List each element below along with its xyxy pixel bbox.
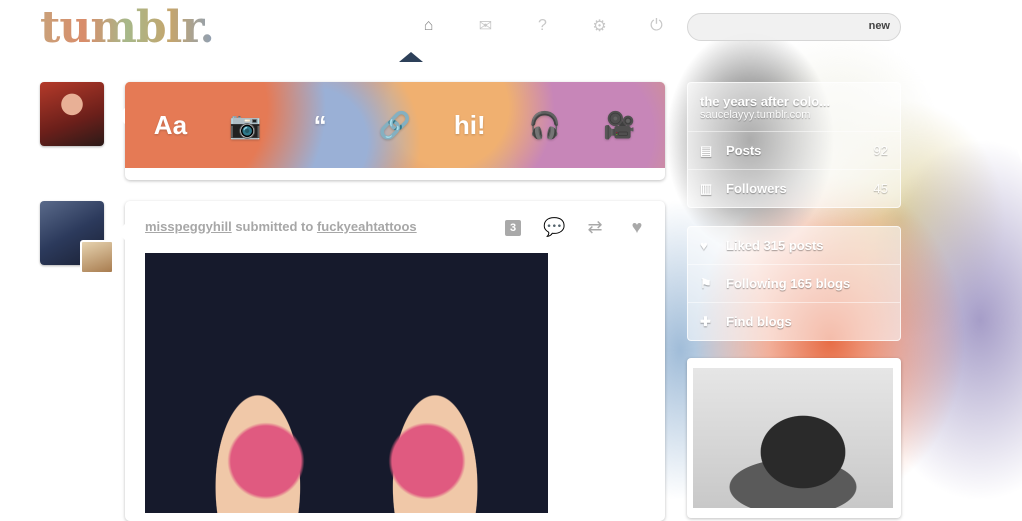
sidebar: the years after colo... saucelayyy.tumbl… [687,82,901,359]
submitter-avatar[interactable] [80,240,114,274]
sidebar-item-count: 45 [873,181,888,196]
post-type-bar: Aa 📷 “ 🔗 hi! 🎧 🎥 [125,82,665,180]
following-icon: ⚑ [700,275,712,291]
sidebar-item-find-blogs[interactable]: ✚ Find blogs [688,303,900,340]
sidebar-item-likes[interactable]: ♥ Liked 315 posts [688,227,900,265]
posts-icon: ▤ [700,142,713,158]
find-blogs-icon: ✚ [700,313,711,329]
post-target-link[interactable]: fuckyeahtattoos [317,219,417,234]
settings-icon[interactable]: ⚙ [571,14,628,38]
sidebar-item-label: Liked 315 posts [726,238,824,253]
audio-post-icon[interactable]: 🎧 [515,110,575,141]
photo-post-icon[interactable]: 📷 [215,110,275,141]
reblog-icon[interactable]: ⇄ [585,217,605,238]
link-post-icon[interactable]: 🔗 [365,110,425,141]
search-box[interactable]: new [687,13,901,41]
sidebar-item-label: Find blogs [726,314,792,329]
sidebar-item-label: Followers [726,181,787,196]
text-post-icon[interactable]: Aa [140,110,200,141]
blog-title-row[interactable]: the years after colo... saucelayyy.tumbl… [688,83,900,132]
account-block: ♥ Liked 315 posts ⚑ Following 165 blogs … [687,226,901,341]
like-icon[interactable]: ♥ [627,217,647,238]
sidebar-item-count: 92 [873,143,888,158]
sidebar-item-posts[interactable]: ▤ Posts 92 [688,132,900,170]
notes-count[interactable]: 3 [505,219,521,236]
sidebar-item-label: Posts [726,143,762,158]
post-controls: 3 💬 ⇄ ♥ [505,217,647,238]
sidebar-item-following[interactable]: ⚑ Following 165 blogs [688,265,900,303]
post-pointer [117,224,125,240]
blog-title: the years after colo... [700,93,831,109]
followers-icon: ▥ [700,180,713,196]
radar-photo[interactable] [693,368,893,508]
heart-icon: ♥ [700,238,708,253]
dashboard-post: misspeggyhill submitted to fuckyeahtatto… [125,201,665,521]
help-icon[interactable]: ? [514,14,571,38]
post-photo[interactable] [145,253,548,513]
top-nav: ⌂ ✉ ? ⚙ ⏻ [400,14,685,38]
dashboard-icon[interactable]: ⌂ [400,14,457,38]
post-action-text: submitted to [235,219,314,234]
sidebar-item-followers[interactable]: ▥ Followers 45 [688,170,900,207]
tumblr-logo[interactable]: tumblr. [40,2,215,53]
user-avatar[interactable] [40,82,104,146]
post-header: misspeggyhill submitted to fuckyeahtatto… [145,219,417,234]
inbox-icon[interactable]: ✉ [457,14,514,38]
search-input[interactable] [700,19,854,35]
sidebar-item-label: Following 165 blogs [726,276,851,291]
post-type-pointer [117,108,125,124]
post-author-link[interactable]: misspeggyhill [145,219,232,234]
quote-post-icon[interactable]: “ [290,110,350,141]
radar-block [687,358,901,518]
chat-post-icon[interactable]: hi! [440,110,500,141]
blog-block: the years after colo... saucelayyy.tumbl… [687,82,901,208]
active-nav-caret [399,52,423,62]
logout-icon[interactable]: ⏻ [628,14,685,38]
new-badge: new [868,20,890,32]
video-post-icon[interactable]: 🎥 [589,110,649,141]
blog-url: saucelayyy.tumblr.com [700,108,811,121]
reply-icon[interactable]: 💬 [543,217,565,238]
